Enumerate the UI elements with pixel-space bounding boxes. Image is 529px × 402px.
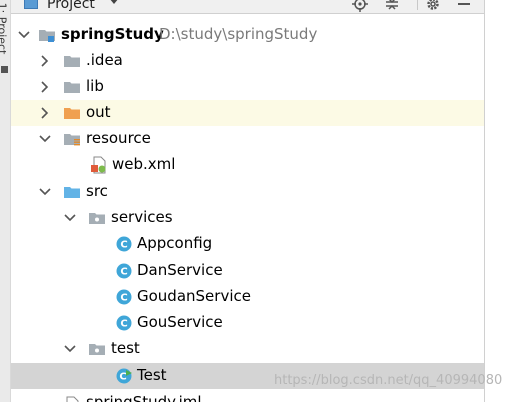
tree-row-idea[interactable]: .idea: [11, 48, 484, 74]
hide-icon[interactable]: [456, 0, 472, 12]
locate-icon[interactable]: [352, 0, 368, 12]
watermark-text: https://blog.csdn.net/qq_40994080: [274, 373, 503, 388]
tree-label: .idea: [86, 51, 123, 69]
chevron-down-icon[interactable]: [38, 132, 52, 146]
runnable-class-icon: C: [115, 367, 133, 385]
tree-label: lib: [86, 77, 104, 95]
tree-label: springStudy.iml: [86, 393, 202, 402]
tree-row-lib[interactable]: lib: [11, 74, 484, 100]
chevron-right-icon[interactable]: [38, 80, 52, 94]
panel-header: Project: [11, 0, 484, 14]
tree-row-springstudy[interactable]: springStudy D:\study\springStudy: [11, 22, 484, 48]
tree-row-test-package[interactable]: test: [11, 336, 484, 362]
folder-icon: [63, 78, 81, 96]
tree-label: DanService: [137, 261, 223, 279]
tree-row-appconfig[interactable]: C Appconfig: [11, 231, 484, 257]
tree-label: services: [111, 208, 173, 226]
tree-label: GouService: [137, 313, 223, 331]
xml-file-icon: [90, 156, 108, 174]
collapse-all-icon[interactable]: [384, 0, 400, 12]
tree-label: resource: [86, 129, 151, 147]
tree-row-gouservice[interactable]: C GouService: [11, 310, 484, 336]
module-folder-icon: [38, 26, 56, 44]
tool-window-stripe: 1: Project: [0, 0, 11, 402]
tree-label: GoudanService: [137, 287, 251, 305]
tree-label: springStudy: [61, 25, 164, 43]
tree-label: out: [86, 103, 111, 121]
project-tree-panel: Project springStudy D:\study\springStudy: [11, 0, 484, 402]
tree-path: D:\study\springStudy: [159, 25, 318, 43]
iml-file-icon: [63, 396, 81, 402]
panel-title[interactable]: Project: [47, 0, 95, 12]
chevron-down-icon[interactable]: [63, 342, 77, 356]
chevron-down-icon[interactable]: [109, 0, 119, 4]
tree-row-out[interactable]: out: [11, 100, 484, 126]
tree-label: src: [86, 182, 108, 200]
chevron-down-icon[interactable]: [38, 185, 52, 199]
class-icon: C: [115, 314, 133, 332]
svg-text:C: C: [119, 372, 126, 383]
editor-area: [484, 0, 529, 402]
class-icon: C: [115, 235, 133, 253]
tree-row-src[interactable]: src: [11, 179, 484, 205]
project-marker-icon: [1, 66, 8, 73]
resource-folder-icon: [63, 130, 81, 148]
source-folder-icon: [63, 183, 81, 201]
tree-label: test: [111, 339, 140, 357]
chevron-down-icon[interactable]: [63, 211, 77, 225]
tree-row-services[interactable]: services: [11, 205, 484, 231]
chevron-right-icon[interactable]: [38, 54, 52, 68]
class-icon: C: [115, 288, 133, 306]
chevron-down-icon[interactable]: [17, 28, 31, 42]
tree-label: Appconfig: [137, 234, 213, 252]
package-icon: [88, 209, 106, 227]
header-separator: [417, 0, 418, 10]
excluded-folder-icon: [63, 104, 81, 122]
svg-text:C: C: [120, 240, 127, 251]
settings-icon[interactable]: [425, 0, 441, 12]
svg-text:C: C: [120, 319, 127, 330]
side-label-text: 1: Project: [0, 2, 9, 55]
tree-row-danservice[interactable]: C DanService: [11, 258, 484, 284]
tree-row-goudanservice[interactable]: C GoudanService: [11, 284, 484, 310]
package-icon: [88, 340, 106, 358]
folder-icon: [63, 52, 81, 70]
svg-text:C: C: [120, 293, 127, 304]
tree-row-webxml[interactable]: web.xml: [11, 152, 484, 178]
tree-label: Test: [137, 366, 167, 384]
tree-row-resource[interactable]: resource: [11, 126, 484, 152]
tree-row-iml[interactable]: springStudy.iml: [11, 392, 484, 402]
project-tool-button[interactable]: 1: Project: [0, 2, 11, 62]
chevron-right-icon[interactable]: [38, 106, 52, 120]
project-icon: [24, 0, 38, 9]
class-icon: C: [115, 262, 133, 280]
svg-text:C: C: [120, 267, 127, 278]
tree-label: web.xml: [112, 155, 176, 173]
